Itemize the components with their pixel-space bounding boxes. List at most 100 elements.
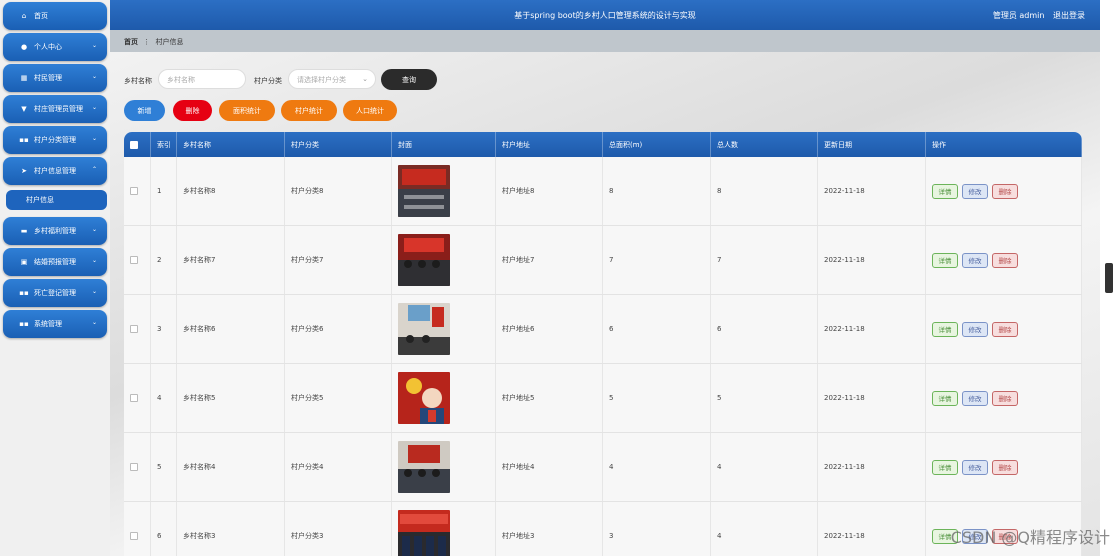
cover-cell	[392, 364, 496, 432]
chevron-down-icon: ⌄	[91, 226, 97, 233]
row-checkbox[interactable]	[130, 394, 138, 402]
row-checkbox[interactable]	[130, 463, 138, 471]
watermark: CSDN @Q精程序设计	[950, 528, 1110, 547]
table-row: 6 乡村名称3 村户分类3 村户地址3 3 4 2022-11-18 详情 修改 删除	[124, 502, 1082, 556]
delete-button[interactable]: 删除	[992, 390, 1018, 406]
cell-address: 村户地址7	[496, 226, 603, 294]
breadcrumb-current: 村户信息	[155, 38, 184, 46]
detail-button[interactable]: 详情	[932, 390, 958, 406]
delete-button[interactable]: 删除	[992, 459, 1018, 475]
sidebar-item-5[interactable]: ➤ 村户信息管理 ⌃	[3, 157, 107, 185]
edit-button[interactable]: 修改	[962, 459, 988, 475]
sidebar-item-8[interactable]: ▪▪ 死亡登记管理 ⌄	[3, 279, 107, 307]
cell-address: 村户地址4	[496, 433, 603, 501]
table-row: 4 乡村名称5 村户分类5 村户地址5 5 5 2022-11-18 详情 修改 删除	[124, 364, 1082, 433]
cell-people: 7	[711, 226, 818, 294]
logout-link[interactable]: 退出登录	[1053, 11, 1085, 20]
cell-category: 村户分类5	[285, 364, 392, 432]
row-checkbox[interactable]	[130, 256, 138, 264]
row-checkbox[interactable]	[130, 325, 138, 333]
grid-icon: ▪▪	[19, 320, 29, 328]
detail-button[interactable]: 详情	[932, 321, 958, 337]
sidebar-item-label: 个人中心	[34, 43, 62, 51]
delete-button[interactable]: 删除	[992, 252, 1018, 268]
column-header: 索引	[151, 132, 177, 157]
home-icon: ⌂	[21, 12, 27, 20]
action-button-4[interactable]: 人口统计	[343, 100, 397, 121]
sidebar-item-1[interactable]: ● 个人中心 ⌄	[3, 33, 107, 61]
side-handle[interactable]	[1105, 263, 1113, 293]
cell-date: 2022-11-18	[818, 433, 926, 501]
name-search-input[interactable]: 乡村名称	[158, 69, 246, 89]
chevron-down-icon: ⌄	[91, 104, 97, 111]
cell-date: 2022-11-18	[818, 226, 926, 294]
cover-image[interactable]	[398, 510, 450, 556]
detail-button[interactable]: 详情	[932, 252, 958, 268]
detail-button[interactable]: 详情	[932, 183, 958, 199]
row-select-cell	[124, 502, 151, 556]
cell-index: 2	[151, 226, 177, 294]
row-select-cell	[124, 433, 151, 501]
sidebar-item-6[interactable]: ▬ 乡村福利管理 ⌄	[3, 217, 107, 245]
table-row: 1 乡村名称8 村户分类8 村户地址8 8 8 2022-11-18 详情 修改 删除	[124, 157, 1082, 226]
sidebar-item-3[interactable]: ▼ 村庄管理员管理 ⌄	[3, 95, 107, 123]
cover-cell	[392, 433, 496, 501]
column-header: 村户分类	[285, 132, 392, 157]
sidebar-item-2[interactable]: ▦ 村民管理 ⌄	[3, 64, 107, 92]
table-row: 3 乡村名称6 村户分类6 村户地址6 6 6 2022-11-18 详情 修改 删除	[124, 295, 1082, 364]
action-button-2[interactable]: 面积统计	[219, 100, 275, 121]
edit-button[interactable]: 修改	[962, 390, 988, 406]
category-search-label: 村户分类	[254, 77, 282, 85]
edit-button[interactable]: 修改	[962, 321, 988, 337]
category-select-placeholder: 请选择村户分类	[297, 76, 346, 84]
breadcrumb: 首页 ⋮ 村户信息	[110, 30, 1100, 52]
cell-people: 5	[711, 364, 818, 432]
cell-people: 4	[711, 433, 818, 501]
cover-image[interactable]	[398, 303, 450, 355]
row-select-cell	[124, 364, 151, 432]
app-title: 基于spring boot的乡村人口管理系统的设计与实现	[514, 11, 696, 20]
sidebar-item-4[interactable]: ▪▪ 村户分类管理 ⌄	[3, 126, 107, 154]
column-header: 乡村名称	[177, 132, 285, 157]
cell-name: 乡村名称5	[177, 364, 285, 432]
calendar-icon: ▣	[20, 258, 28, 266]
detail-button[interactable]: 详情	[932, 459, 958, 475]
cell-area: 6	[603, 295, 711, 363]
action-button-0[interactable]: 新增	[124, 100, 165, 121]
chevron-down-icon: ⌄	[91, 42, 97, 49]
chevron-down-icon: ⌄	[91, 135, 97, 142]
edit-button[interactable]: 修改	[962, 252, 988, 268]
category-select[interactable]: 请选择村户分类 ⌄	[288, 69, 376, 89]
delete-button[interactable]: 删除	[992, 183, 1018, 199]
sidebar-subitem-household-info[interactable]: 村户信息	[6, 190, 107, 210]
edit-button[interactable]: 修改	[962, 183, 988, 199]
monitor-icon: ▬	[20, 227, 28, 235]
sidebar-item-label: 首页	[34, 12, 48, 20]
cover-image[interactable]	[398, 234, 450, 286]
cell-category: 村户分类4	[285, 433, 392, 501]
select-all-checkbox[interactable]	[130, 140, 138, 149]
cell-index: 4	[151, 364, 177, 432]
breadcrumb-home[interactable]: 首页	[124, 38, 138, 46]
breadcrumb-separator: ⋮	[143, 38, 151, 46]
action-button-3[interactable]: 村户统计	[281, 100, 337, 121]
cell-date: 2022-11-18	[818, 502, 926, 556]
sidebar-item-0[interactable]: ⌂ 首页	[3, 2, 107, 30]
sidebar-item-label: 村户信息管理	[34, 167, 76, 175]
sidebar-item-9[interactable]: ▪▪ 系统管理 ⌄	[3, 310, 107, 338]
cover-image[interactable]	[398, 372, 450, 424]
sidebar-item-label: 乡村福利管理	[34, 227, 76, 235]
delete-button[interactable]: 删除	[992, 321, 1018, 337]
sidebar-item-7[interactable]: ▣ 结婚预报管理 ⌄	[3, 248, 107, 276]
name-search-label: 乡村名称	[124, 77, 152, 85]
header-select-all-cell	[124, 132, 151, 157]
search-button[interactable]: 查询	[381, 69, 437, 90]
row-checkbox[interactable]	[130, 187, 138, 195]
row-checkbox[interactable]	[130, 532, 138, 540]
chevron-down-icon: ⌄	[91, 257, 97, 264]
action-button-1[interactable]: 删除	[173, 100, 212, 121]
cover-image[interactable]	[398, 165, 450, 217]
sidebar: ⌂ 首页 ● 个人中心 ⌄ ▦ 村民管理 ⌄ ▼ 村庄管理员管理 ⌄ ▪▪ 村户分类管理 ⌄ ➤ 村户信息管理…	[0, 0, 110, 556]
cover-image[interactable]	[398, 441, 450, 493]
cover-cell	[392, 226, 496, 294]
